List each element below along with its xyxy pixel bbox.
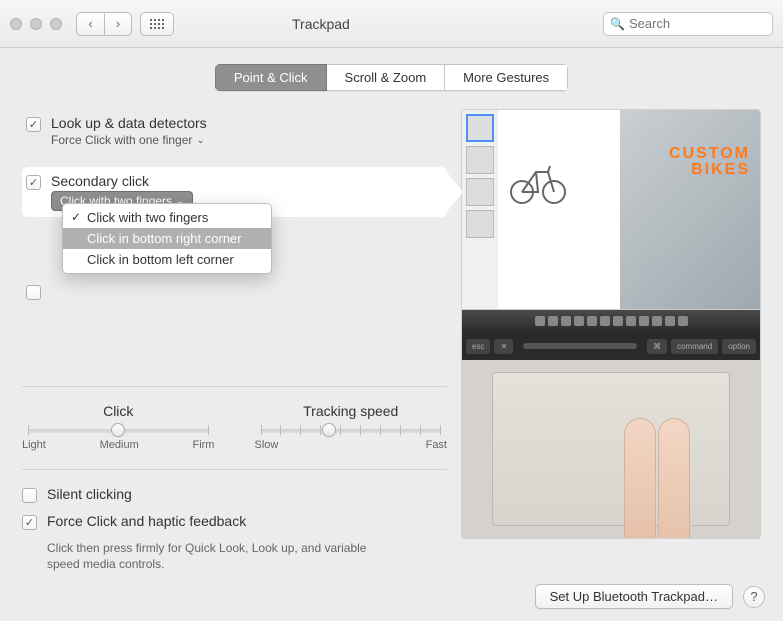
back-button[interactable]: ‹	[76, 12, 104, 36]
search-input[interactable]	[629, 16, 766, 31]
search-field[interactable]: 🔍	[603, 12, 773, 36]
chevron-right-icon: ›	[116, 16, 120, 31]
preview-headline: CUSTOMBIKES	[669, 146, 750, 178]
window-title: Trackpad	[292, 16, 350, 32]
chevron-left-icon: ‹	[88, 16, 92, 31]
preview-trackpad	[462, 360, 760, 538]
nav-buttons: ‹ ›	[76, 12, 132, 36]
preview-thumb	[466, 146, 494, 174]
options-panel: Look up & data detectors Force Click wit…	[22, 109, 447, 572]
tracking-slider: Tracking speed Slow Fast	[255, 403, 448, 451]
tracking-label-slow: Slow	[255, 439, 279, 451]
option-secondary-title: Secondary click	[51, 173, 193, 189]
click-label-light: Light	[22, 439, 46, 451]
tab-bar: Point & Click Scroll & Zoom More Gesture…	[0, 64, 783, 91]
preview-screen: CUSTOMBIKES	[462, 110, 760, 310]
checkbox-lookup[interactable]	[26, 117, 41, 132]
show-all-button[interactable]	[140, 12, 174, 36]
click-label-medium: Medium	[100, 439, 139, 451]
titlebar: ‹ › Trackpad 🔍	[0, 0, 783, 48]
preview-image	[620, 110, 760, 309]
minimize-window-button[interactable]	[30, 18, 42, 30]
option-lookup-title: Look up & data detectors	[51, 115, 207, 131]
forward-button[interactable]: ›	[104, 12, 132, 36]
close-window-button[interactable]	[10, 18, 22, 30]
option-tap-to-click[interactable]	[22, 277, 447, 306]
preview-thumb	[466, 178, 494, 206]
sliders-section: Click Light Medium Firm Tracking speed	[22, 386, 447, 451]
option-lookup[interactable]: Look up & data detectors Force Click wit…	[22, 109, 447, 153]
window-buttons	[10, 18, 62, 30]
tab-scroll-zoom[interactable]: Scroll & Zoom	[327, 64, 446, 91]
footer: Set Up Bluetooth Trackpad… ?	[0, 572, 783, 621]
checkbox-silent[interactable]	[22, 488, 37, 503]
option-lookup-sub[interactable]: Force Click with one finger ⌄	[51, 133, 205, 147]
silent-label: Silent clicking	[47, 486, 132, 502]
secondary-click-menu: Click with two fingers Click in bottom r…	[62, 203, 272, 274]
preview-thumb	[466, 114, 494, 142]
force-desc: Click then press firmly for Quick Look, …	[47, 540, 367, 572]
gesture-preview: CUSTOMBIKES esc ✕	[461, 109, 761, 539]
zoom-window-button[interactable]	[50, 18, 62, 30]
help-button[interactable]: ?	[743, 586, 765, 608]
chevron-down-icon: ⌄	[196, 135, 204, 146]
preview-thumb	[466, 210, 494, 238]
tab-point-click[interactable]: Point & Click	[215, 64, 327, 91]
checkbox-secondary[interactable]	[26, 175, 41, 190]
bicycle-icon	[508, 160, 568, 206]
menu-item-bottom-right[interactable]: Click in bottom right corner	[63, 228, 271, 249]
bottom-options: Silent clicking Force Click and haptic f…	[22, 469, 447, 572]
tracking-label-fast: Fast	[426, 439, 447, 451]
click-slider-knob[interactable]	[111, 423, 125, 437]
preview-dock	[462, 310, 760, 332]
tracking-slider-track[interactable]	[261, 429, 442, 433]
fingers-icon	[624, 418, 690, 539]
option-silent-clicking[interactable]: Silent clicking	[22, 486, 447, 503]
search-icon: 🔍	[610, 17, 625, 31]
menu-item-bottom-left[interactable]: Click in bottom left corner	[63, 249, 271, 270]
tab-more-gestures[interactable]: More Gestures	[445, 64, 568, 91]
tracking-slider-knob[interactable]	[322, 423, 336, 437]
click-label-firm: Firm	[192, 439, 214, 451]
option-force-click[interactable]: Force Click and haptic feedback	[22, 513, 447, 530]
checkbox-tap[interactable]	[26, 285, 41, 300]
force-label: Force Click and haptic feedback	[47, 513, 246, 529]
preview-touchbar: esc ✕ ⌘ command option	[462, 332, 760, 360]
menu-item-two-fingers[interactable]: Click with two fingers	[63, 207, 271, 228]
click-slider-track[interactable]	[28, 429, 209, 433]
checkbox-force[interactable]	[22, 515, 37, 530]
click-slider: Click Light Medium Firm	[22, 403, 215, 451]
tracking-slider-title: Tracking speed	[255, 403, 448, 419]
click-slider-title: Click	[22, 403, 215, 419]
grid-icon	[150, 19, 164, 29]
bluetooth-trackpad-button[interactable]: Set Up Bluetooth Trackpad…	[535, 584, 733, 609]
